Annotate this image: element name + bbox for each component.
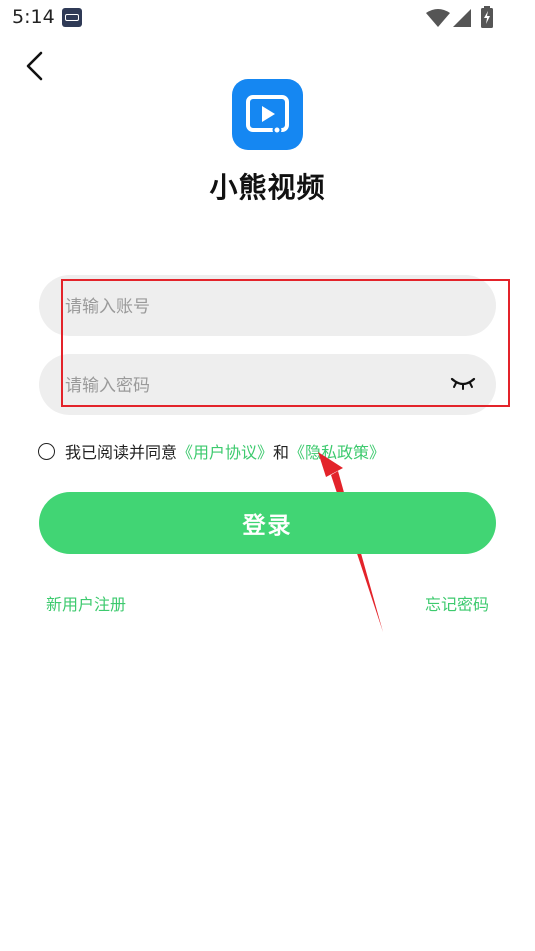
password-input[interactable] (63, 354, 447, 417)
privacy-policy-link[interactable]: 《隐私政策》 (289, 439, 385, 463)
account-input[interactable] (63, 275, 447, 338)
forgot-password-link[interactable]: 忘记密码 (425, 591, 489, 615)
status-bar: 5:14 (0, 0, 535, 36)
wifi-icon (426, 9, 450, 27)
app-notification-icon (62, 8, 82, 27)
app-name: 小熊视频 (209, 171, 326, 204)
video-play-icon (246, 95, 289, 135)
login-screen: 5:14 小熊视频 请输入账号 我已阅读并同意 《用户协议》 和 《隐私政策》 … (0, 0, 535, 951)
account-field[interactable] (39, 275, 496, 338)
agreement-row: 我已阅读并同意 《用户协议》 和 《隐私政策》 (38, 440, 385, 462)
agreement-prefix: 我已阅读并同意 (65, 443, 178, 462)
agreement-conjunction: 和 (273, 443, 290, 462)
chevron-left-icon (26, 51, 43, 81)
app-logo (232, 79, 303, 150)
user-agreement-link[interactable]: 《用户协议》 (177, 439, 273, 463)
eye-closed-icon[interactable] (450, 374, 476, 394)
agreement-checkbox[interactable] (38, 442, 55, 460)
register-link[interactable]: 新用户注册 (46, 591, 126, 615)
battery-charging-icon (481, 6, 493, 28)
login-button[interactable]: 登录 (39, 492, 496, 554)
status-time: 5:14 (12, 6, 55, 28)
back-button[interactable] (18, 48, 54, 84)
password-field[interactable] (39, 354, 496, 417)
signal-icon (453, 9, 471, 27)
